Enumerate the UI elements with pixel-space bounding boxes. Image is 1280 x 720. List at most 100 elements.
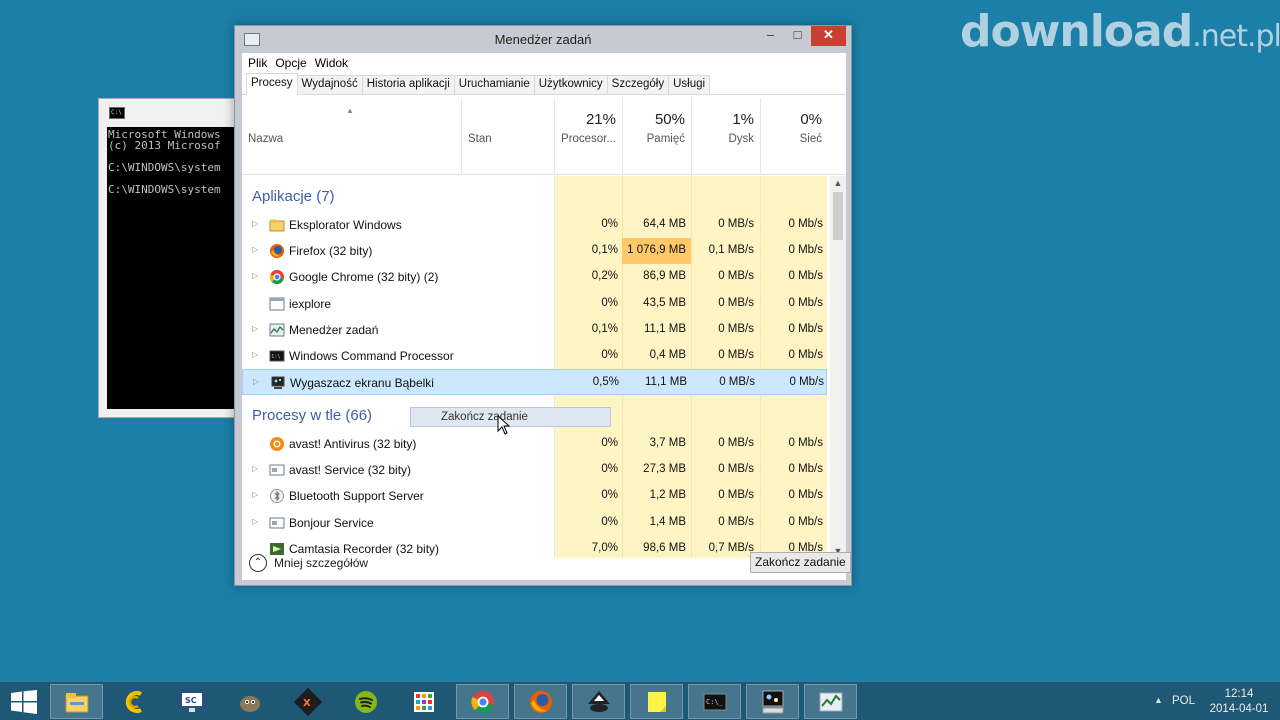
disk-value: 0 MB/s — [718, 437, 754, 449]
expand-arrow-icon[interactable]: ▷ — [253, 377, 259, 386]
process-name: avast! Antivirus (32 bity) — [289, 437, 417, 451]
cpu-value: 0,1% — [591, 322, 618, 335]
column-network[interactable]: 0% Sieć — [760, 98, 828, 175]
disk-value: 0,7 MB/s — [708, 541, 754, 554]
screensaver-icon — [762, 690, 783, 713]
scrollbar-thumb[interactable] — [833, 192, 843, 240]
fewer-details-label: Mniej szczegółów — [274, 556, 369, 570]
menu-bar: Plik Opcje Widok — [242, 53, 846, 73]
expand-arrow-icon[interactable]: ▷ — [252, 219, 258, 228]
process-row[interactable]: ▷ avast! Service (32 bity) 0% 27,3 MB 0 MB/s… — [242, 457, 827, 483]
taskbar-apps-grid-icon[interactable] — [397, 684, 450, 719]
process-row[interactable]: ▷ Bonjour Service 0% 1,4 MB 0 MB/s 0 Mb/s — [242, 510, 827, 536]
taskbar-chrome-icon[interactable] — [456, 684, 509, 719]
process-name: Wygaszacz ekranu Bąbelki — [290, 376, 434, 391]
cpu-value: 0,5% — [592, 376, 619, 389]
process-row[interactable]: ▷ Eksplorator Windows 0% 64,4 MB 0 MB/s 0 Mb/… — [242, 212, 827, 238]
memory-value: 27,3 MB — [643, 463, 686, 476]
menu-item-view[interactable]: Widok — [315, 56, 348, 70]
spotify-icon — [354, 690, 377, 713]
column-network-label: Sieć — [799, 133, 822, 145]
clock-date: 2014-04-01 — [1209, 703, 1269, 715]
process-row[interactable]: ▷ Menedżer zadań 0,1% 11,1 MB 0 MB/s 0 Mb/s — [242, 317, 827, 343]
expand-arrow-icon[interactable]: ▷ — [252, 350, 258, 359]
memory-total: 50% — [654, 111, 685, 128]
firefox-icon — [529, 690, 552, 713]
apps-grid-icon — [413, 691, 434, 712]
show-hidden-icons-icon[interactable]: ▲ — [1154, 695, 1163, 705]
fewer-details-button[interactable]: ⌃ Mniej szczegółów — [249, 554, 368, 572]
network-value: 0 Mb/s — [788, 349, 823, 361]
taskbar-ccleaner-icon[interactable] — [108, 684, 161, 719]
taskbar-xampp-icon[interactable]: X — [281, 684, 334, 719]
taskbar-spotify-icon[interactable] — [339, 684, 392, 719]
folder-icon — [269, 217, 285, 233]
taskbar-task-manager-icon[interactable] — [804, 684, 857, 719]
taskbar-sticky-notes-icon[interactable] — [630, 684, 683, 719]
column-cpu[interactable]: 21% Procesor... — [554, 98, 622, 175]
expand-arrow-icon[interactable]: ▷ — [252, 464, 258, 473]
disk-value: 0 MB/s — [718, 349, 754, 361]
task-manager-window[interactable]: Menedżer zadań – □ ✕ Plik Opcje Widok Pr… — [234, 25, 852, 586]
column-status[interactable]: Stan — [461, 98, 554, 175]
taskbar-inkscape-icon[interactable] — [572, 684, 625, 719]
mouse-cursor-icon — [497, 415, 511, 435]
titlebar[interactable]: Menedżer zadań – □ ✕ — [235, 26, 851, 53]
taskbar-gimp-icon[interactable] — [223, 684, 276, 719]
taskbar-file-explorer-icon[interactable] — [50, 684, 103, 719]
sticky-notes-icon — [647, 691, 666, 712]
tab-bar: Procesy Wydajność Historia aplikacji Uru… — [242, 73, 846, 95]
network-value: 0 Mb/s — [788, 463, 823, 476]
minimize-button[interactable]: – — [757, 26, 784, 46]
tab-startup[interactable]: Uruchamianie — [453, 75, 535, 94]
tab-app-history[interactable]: Historia aplikacji — [361, 75, 455, 94]
vertical-scrollbar[interactable]: ▲ ▼ — [830, 176, 846, 558]
console-titlebar[interactable]: C:\ — [99, 99, 239, 127]
expand-arrow-icon[interactable]: ▷ — [252, 517, 258, 526]
process-row[interactable]: ▷ Bluetooth Support Server 0% 1,2 MB 0 MB/s 0… — [242, 483, 827, 509]
maximize-button[interactable]: □ — [784, 26, 811, 46]
cmd-icon: C:\ — [269, 348, 285, 364]
disk-value: 0 MB/s — [719, 376, 755, 389]
close-button[interactable]: ✕ — [811, 26, 846, 46]
file-explorer-icon — [65, 692, 88, 712]
end-task-button[interactable]: Zakończ zadanie — [750, 552, 851, 573]
memory-value: 1,4 MB — [649, 515, 686, 528]
expand-arrow-icon[interactable]: ▷ — [252, 490, 258, 499]
tab-performance[interactable]: Wydajność — [296, 75, 363, 94]
expand-arrow-icon[interactable]: ▷ — [252, 324, 258, 333]
taskbar-screencast-icon[interactable]: SC — [165, 684, 218, 719]
taskbar-cmd-icon[interactable]: C:\_ — [688, 684, 741, 719]
column-name[interactable]: ▲ Nazwa — [242, 98, 461, 175]
column-disk-label: Dysk — [728, 133, 754, 145]
taskbar-screensaver-icon[interactable] — [746, 684, 799, 719]
tab-users[interactable]: Użytkownicy — [533, 75, 608, 94]
process-row[interactable]: ▷ C:\ Windows Command Processor 0% 0,4 MB 0 M… — [242, 343, 827, 369]
column-memory[interactable]: 50% Pamięć — [622, 98, 691, 175]
process-row[interactable]: iexplore 0% 43,5 MB 0 MB/s 0 Mb/s — [242, 291, 827, 317]
chrome-icon — [269, 269, 285, 285]
clock[interactable]: 12:14 2014-04-01 — [1204, 687, 1274, 717]
console-window[interactable]: C:\ Microsoft Windows (c) 2013 Microsof C:… — [98, 98, 240, 418]
start-button-icon[interactable] — [10, 690, 38, 714]
taskbar-firefox-icon[interactable] — [514, 684, 567, 719]
process-row[interactable]: ▷ Google Chrome (32 bity) (2) 0,2% 86,9 MB 0… — [242, 264, 827, 290]
column-disk[interactable]: 1% Dysk — [691, 98, 760, 175]
language-indicator[interactable]: POL — [1172, 695, 1195, 707]
process-row[interactable]: ▷ Wygaszacz ekranu Bąbelki 0,5% 11,1 MB 0 MB… — [242, 369, 827, 396]
scroll-up-icon[interactable]: ▲ — [830, 176, 846, 190]
tab-details[interactable]: Szczegóły — [606, 75, 670, 94]
menu-item-file[interactable]: Plik — [248, 56, 267, 70]
tab-processes[interactable]: Procesy — [246, 73, 298, 95]
expand-arrow-icon[interactable]: ▷ — [252, 245, 258, 254]
disk-value: 0 MB/s — [718, 322, 754, 335]
menu-item-options[interactable]: Opcje — [275, 56, 306, 70]
console-line: (c) 2013 Microsof — [108, 139, 221, 152]
tab-services[interactable]: Usługi — [668, 75, 711, 94]
network-total: 0% — [800, 111, 822, 128]
process-row[interactable]: avast! Antivirus (32 bity) 0% 3,7 MB 0 MB/s… — [242, 431, 827, 457]
expand-arrow-icon[interactable]: ▷ — [252, 271, 258, 280]
svg-text:C:\: C:\ — [272, 354, 281, 360]
console-line: C:\WINDOWS\system — [108, 161, 221, 174]
process-row[interactable]: ▷ Firefox (32 bity) 0,1% 1 076,9 MB 0,1 MB/s… — [242, 238, 827, 265]
